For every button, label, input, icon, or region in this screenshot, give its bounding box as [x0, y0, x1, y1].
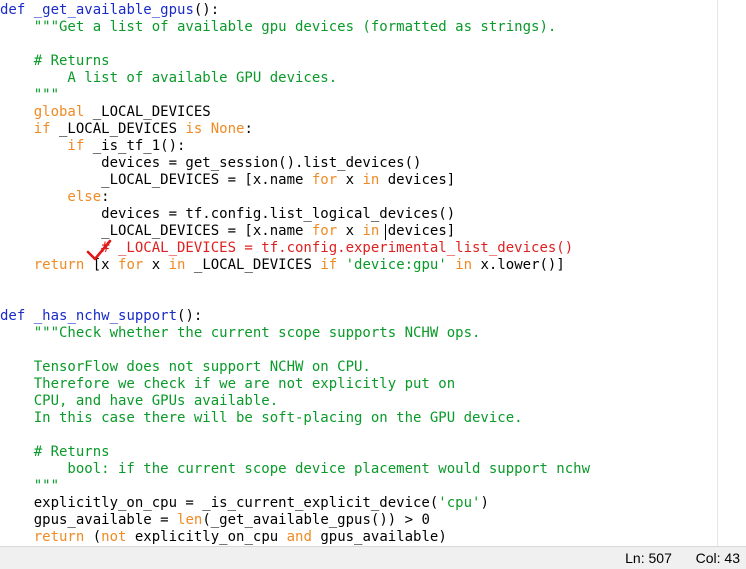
code-token: A list of available GPU devices. [0, 70, 338, 86]
line-number-status: Ln: 507 [625, 550, 672, 566]
code-token: _is_tf_1(): [84, 138, 186, 154]
code-line[interactable] [0, 291, 732, 308]
code-line[interactable] [0, 342, 732, 359]
code-line[interactable]: """Get a list of available gpu devices (… [0, 19, 732, 36]
code-token: : [101, 189, 110, 205]
code-line[interactable]: global _LOCAL_DEVICES [0, 104, 732, 121]
code-token: for [311, 172, 338, 188]
code-line[interactable]: explicitly_on_cpu = _is_current_explicit… [0, 495, 732, 512]
code-area[interactable]: def _get_available_gpus(): """Get a list… [0, 2, 732, 546]
code-token: x [337, 223, 363, 239]
code-token: in [168, 257, 186, 273]
code-token: devices = tf.config.list_logical_devices… [0, 206, 456, 222]
code-token: Therefore we check if we are not explici… [0, 376, 456, 392]
code-token: explicitly_on_cpu [126, 529, 287, 545]
check-annotation-icon [86, 239, 112, 261]
code-token: (): [177, 308, 203, 324]
code-token: (_get_available_gpus()) > 0 [202, 512, 430, 528]
code-token: x [143, 257, 169, 273]
code-line[interactable] [0, 36, 732, 53]
code-token: len [177, 512, 203, 528]
code-token: devices] [379, 172, 456, 188]
code-token: else [0, 189, 102, 205]
code-line[interactable]: """ [0, 478, 732, 495]
code-line[interactable]: # Returns [0, 444, 732, 461]
code-token: and [286, 529, 312, 545]
code-token: (): [193, 2, 220, 18]
code-token: gpus_available = [0, 512, 178, 528]
code-token: # Returns [0, 444, 110, 460]
code-token: explicitly_on_cpu = _is_current_explicit… [0, 495, 439, 511]
code-token: is None [185, 121, 245, 137]
code-token: return [0, 257, 85, 273]
code-token: _get_available_gpus [25, 2, 194, 18]
code-token: x [337, 172, 363, 188]
code-token: _LOCAL_DEVICES [185, 257, 321, 273]
code-token: ) [480, 495, 489, 511]
code-token: 'device:gpu' [337, 257, 456, 273]
code-token: """ [0, 478, 60, 494]
code-token: if [0, 138, 85, 154]
code-token: _LOCAL_DEVICES [84, 104, 211, 120]
code-line[interactable]: bool: if the current scope device placem… [0, 461, 732, 478]
code-line[interactable]: In this case there will be soft-placing … [0, 410, 732, 427]
code-token: global [0, 104, 85, 120]
code-token: def [0, 2, 26, 18]
code-line[interactable]: else: [0, 189, 732, 206]
code-line[interactable]: if _LOCAL_DEVICES is None: [0, 121, 732, 138]
code-line[interactable]: """Check whether the current scope suppo… [0, 325, 732, 342]
code-token: """ [0, 87, 60, 103]
code-token: CPU, and have GPUs available. [0, 393, 279, 409]
code-line[interactable]: if _is_tf_1(): [0, 138, 732, 155]
code-token: in [362, 223, 380, 239]
code-editor[interactable]: def _get_available_gpus(): """Get a list… [0, 0, 732, 546]
code-token: in [455, 257, 473, 273]
code-token: TensorFlow does not support NCHW on CPU. [0, 359, 371, 375]
status-bar: Ln: 507 Col: 43 [0, 546, 746, 569]
code-token: return [0, 529, 85, 545]
code-token: _LOCAL_DEVICES [50, 121, 186, 137]
code-line[interactable]: TensorFlow does not support NCHW on CPU. [0, 359, 732, 376]
text-caret [385, 224, 386, 240]
code-line[interactable]: # Returns [0, 53, 732, 70]
code-token: x.lower()] [472, 257, 565, 273]
code-line[interactable]: CPU, and have GPUs available. [0, 393, 732, 410]
code-token: if [320, 257, 338, 273]
code-token: bool: if the current scope device placem… [0, 461, 591, 477]
code-token: _has_nchw_support [25, 308, 178, 324]
code-token: in [362, 172, 380, 188]
code-token: _LOCAL_DEVICES = [x.name [0, 223, 312, 239]
code-line[interactable]: devices = tf.config.list_logical_devices… [0, 206, 732, 223]
code-token: devices = get_session().list_devices() [0, 155, 422, 171]
code-line[interactable] [0, 274, 732, 291]
code-line[interactable]: """ [0, 87, 732, 104]
code-token: def [0, 308, 26, 324]
vertical-scrollbar[interactable] [717, 0, 732, 546]
code-line[interactable]: Therefore we check if we are not explici… [0, 376, 732, 393]
code-line[interactable]: return (not explicitly_on_cpu and gpus_a… [0, 529, 732, 546]
code-token: if [0, 121, 51, 137]
code-line[interactable]: A list of available GPU devices. [0, 70, 732, 87]
code-token: _LOCAL_DEVICES = [x.name [0, 172, 312, 188]
code-token: # Returns [0, 53, 110, 69]
code-token: : [244, 121, 253, 137]
code-token: """Get a list of available gpu devices (… [0, 19, 557, 35]
code-token: for [311, 223, 338, 239]
code-line[interactable]: _LOCAL_DEVICES = [x.name for x in device… [0, 172, 732, 189]
code-token: In this case there will be soft-placing … [0, 410, 523, 426]
code-line[interactable]: def _has_nchw_support(): [0, 308, 732, 325]
code-line[interactable] [0, 427, 732, 444]
column-number-status: Col: 43 [695, 550, 740, 566]
code-line[interactable]: def _get_available_gpus(): [0, 2, 732, 19]
code-line[interactable]: devices = get_session().list_devices() [0, 155, 732, 172]
code-token: ( [84, 529, 102, 545]
code-token: not [101, 529, 127, 545]
code-token: """Check whether the current scope suppo… [0, 325, 481, 341]
code-token: devices] [379, 223, 456, 239]
code-line[interactable]: gpus_available = len(_get_available_gpus… [0, 512, 732, 529]
code-token: gpus_available) [311, 529, 447, 545]
code-token: 'cpu' [438, 495, 481, 511]
